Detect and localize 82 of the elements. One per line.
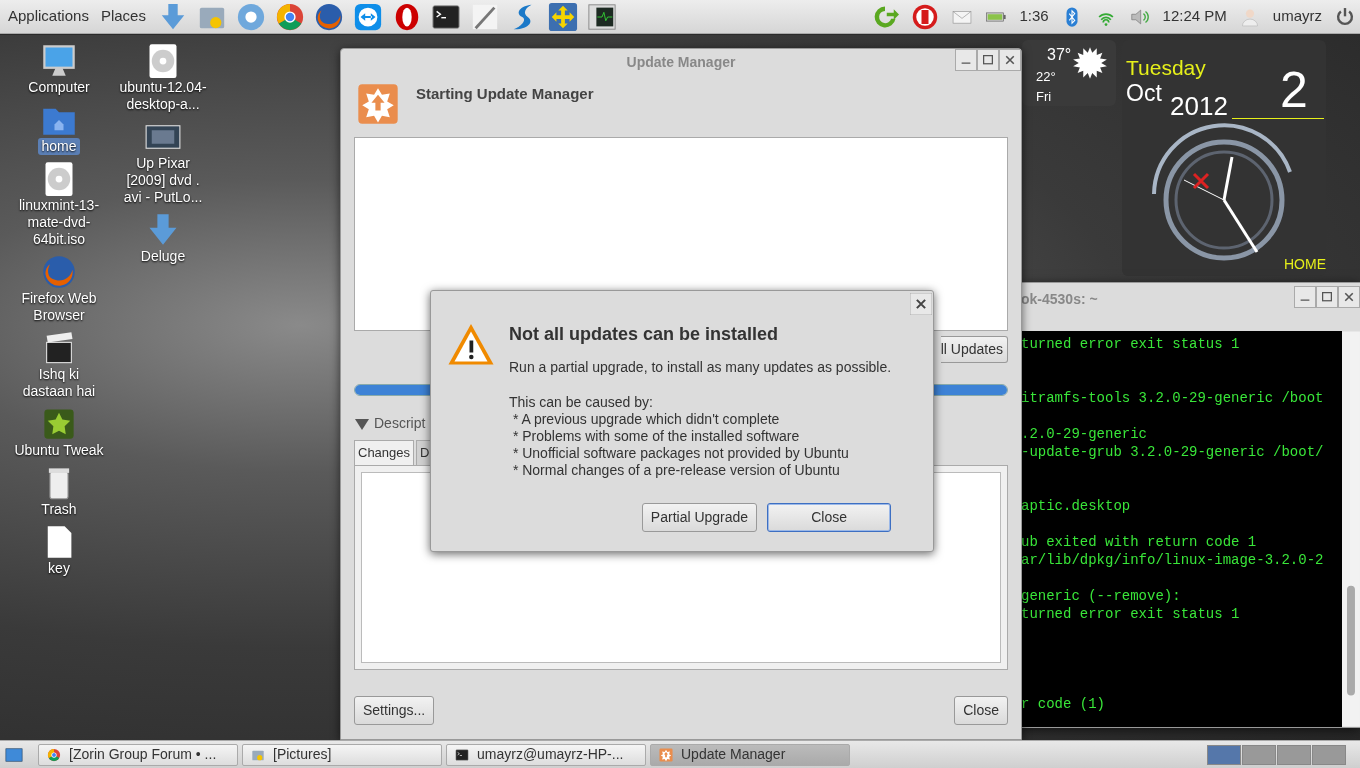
cause-item: * A previous upgrade which didn't complete [511, 411, 781, 428]
update-icon [357, 83, 399, 125]
desktop-icon-label[interactable]: Ishq ki dastaan hai [9, 366, 109, 400]
install-button[interactable]: ll Updates [940, 336, 1008, 363]
causes-intro: This can be caused by: [509, 394, 654, 411]
browser-icon[interactable] [235, 1, 266, 32]
menu-item[interactable]: Applications [4, 5, 93, 28]
browser-icon [47, 747, 61, 762]
desktop-icon-label[interactable]: Trash [38, 501, 80, 518]
close-icon[interactable] [1338, 286, 1360, 308]
tab[interactable]: Changes [354, 440, 415, 465]
desktop-icon-label[interactable]: linuxmint-13-mate-dvd-64bit.iso [9, 197, 109, 248]
browser-icon[interactable] [274, 1, 305, 32]
power-icon[interactable] [1334, 5, 1356, 28]
day-number: 2 [1280, 64, 1308, 116]
expander-label[interactable]: Descript [374, 413, 426, 434]
desktop-icon-label[interactable]: Firefox Web Browser [9, 290, 109, 324]
desktop-icon-label[interactable]: Computer [25, 79, 93, 96]
taskbar-button[interactable]: [Pictures] [242, 743, 442, 766]
desktop-icon-label[interactable]: key [45, 560, 73, 577]
weekday-label: Fri [1036, 88, 1052, 106]
terminal-line: ub exited with return code 1 [1021, 533, 1258, 551]
temperature-low: 22° [1036, 68, 1056, 86]
workspace-button[interactable] [1207, 744, 1241, 765]
dialog-message: Run a partial upgrade, to install as many updates as possible. [509, 358, 892, 377]
temperature-high: 37° [1047, 45, 1072, 65]
desktop-icon-label[interactable]: Deluge [137, 248, 189, 265]
remote-icon[interactable] [352, 1, 383, 32]
workspace-button[interactable] [1277, 744, 1311, 765]
taskbar-button[interactable]: umayrz@umayrz-HP-... [446, 743, 646, 766]
terminal-line: itramfs-tools 3.2.0-29-generic /boot [1021, 389, 1325, 407]
close-icon[interactable] [999, 49, 1021, 71]
scrollbar[interactable] [1342, 331, 1360, 727]
weekday-label: Tuesday [1126, 56, 1206, 80]
tray-text: 1:36 [1019, 6, 1049, 27]
computer-icon[interactable] [41, 43, 77, 79]
desktop-icon-label[interactable]: Up Pixar [2009] dvd . avi - PutLo... [113, 155, 213, 206]
month-label: Oct [1126, 80, 1162, 106]
location-label: HOME [1284, 255, 1326, 274]
tweak-icon[interactable] [41, 406, 77, 442]
taskbar-button-label: [Pictures] [273, 745, 332, 764]
update-icon [659, 747, 673, 762]
dialog-button[interactable]: Close [954, 695, 1008, 725]
browser-icon[interactable] [313, 1, 344, 32]
taskbar-button-label: Update Manager [681, 745, 786, 764]
dialog-button[interactable]: Close [767, 503, 892, 532]
dialog-heading: Not all updates can be installed [509, 323, 780, 346]
window-title: Update Manager [626, 52, 736, 72]
maximize-icon[interactable] [977, 49, 999, 71]
workspace-button[interactable] [1242, 744, 1276, 765]
terminal-line: turned error exit status 1 [1021, 335, 1241, 353]
desktop-icon-label[interactable]: home [38, 138, 80, 155]
tray-text: 12:24 PM [1162, 6, 1227, 27]
terminal-line: turned error exit status 1 [1021, 605, 1241, 623]
tray-text: umayrz [1272, 6, 1322, 27]
terminal-line: -update-grub 3.2.0-29-generic /boot/ [1021, 443, 1325, 461]
year-label: 2012 [1170, 92, 1228, 120]
cause-item: * Unofficial software packages not provided by Ubuntu [511, 445, 850, 462]
workspace-button[interactable] [1312, 744, 1346, 765]
status-heading: Starting Update Manager [416, 84, 594, 104]
dialog-button[interactable]: Partial Upgrade [641, 503, 758, 532]
maximize-icon[interactable] [1316, 286, 1338, 308]
desktop-icon-label[interactable]: Ubuntu Tweak [11, 442, 107, 459]
taskbar-button-label: [Zorin Group Forum • ... [69, 745, 217, 764]
terminal-icon [455, 747, 469, 762]
menu-item[interactable]: Places [96, 5, 150, 28]
cause-item: * Normal changes of a pre-release version of Ubuntu [511, 462, 841, 479]
taskbar-button[interactable]: Update Manager [650, 743, 850, 766]
desktop-icon-label[interactable]: ubuntu-12.04-desktop-a... [113, 79, 213, 113]
terminal-line: r code (1) [1021, 695, 1106, 713]
taskbar-button[interactable]: [Zorin Group Forum • ... [38, 743, 238, 766]
arrows-icon[interactable] [547, 1, 578, 32]
taskbar-button-label: umayrz@umayrz-HP-... [477, 745, 624, 764]
cause-item: * Problems with some of the installed software [511, 428, 801, 445]
stop-icon[interactable] [911, 2, 940, 31]
dialog-button[interactable]: Settings... [354, 695, 435, 725]
terminal-line: aptic.desktop [1021, 497, 1132, 515]
terminal-line: generic (--remove): [1021, 587, 1182, 605]
terminal-line: ar/lib/dpkg/info/linux-image-3.2.0-2 [1021, 551, 1325, 569]
terminal-line: .2.0-29-generic [1021, 425, 1149, 443]
monitor-icon[interactable] [586, 1, 617, 32]
close-icon[interactable] [910, 293, 932, 315]
